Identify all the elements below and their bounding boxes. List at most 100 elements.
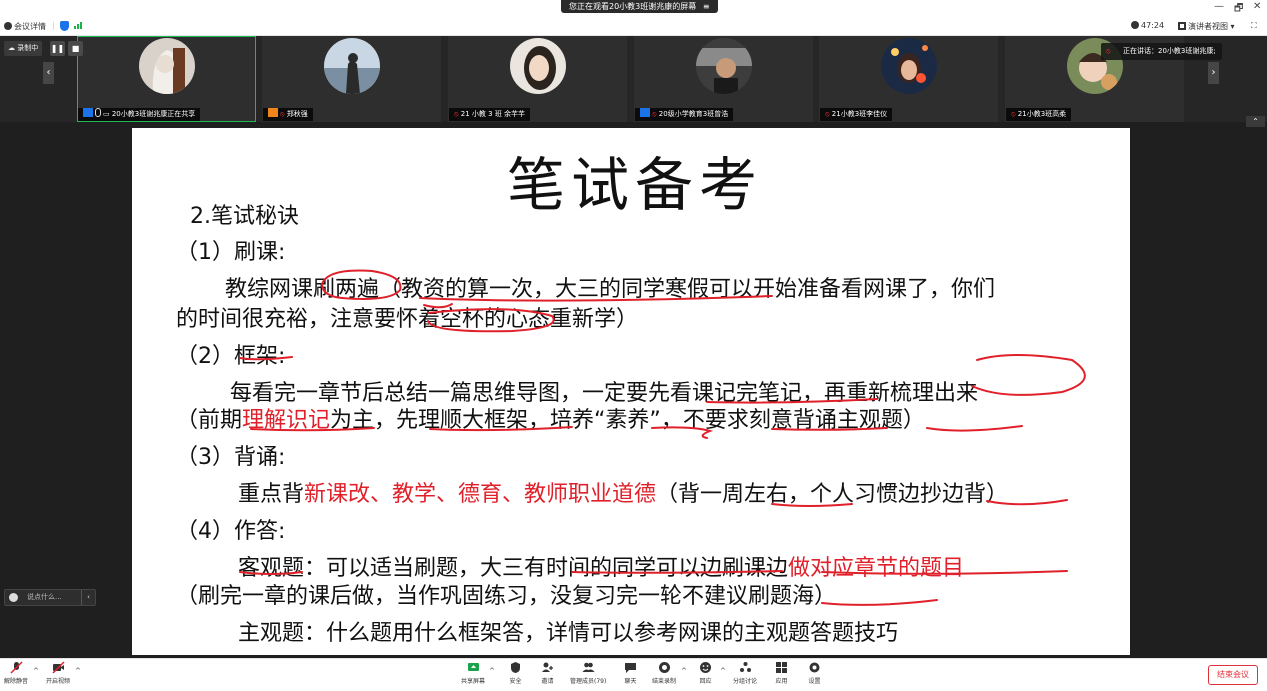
settings-label: 设置 [808, 678, 821, 685]
minimize-button[interactable]: — [1214, 1, 1224, 12]
participant-name: 20小教3班谢兆康正在共享 [111, 110, 196, 118]
chat-button[interactable]: 聊天 [624, 661, 637, 685]
record-icon [658, 662, 670, 673]
participant-nameplate: ⦸ 21 小教 3 班 余芊芊 [449, 108, 531, 121]
share-screen-button[interactable]: 共享屏幕 [461, 661, 485, 685]
collapse-chat-button[interactable]: ‹ [81, 590, 95, 605]
mic-muted-icon [9, 661, 23, 674]
annotation-underline [821, 599, 938, 606]
manage-members-button[interactable]: 管理成员(79) [570, 661, 606, 685]
participant-name: 21小教3班高柔 [1017, 110, 1067, 118]
chat-placeholder: 说点什么... [27, 593, 62, 601]
host-badge-icon [83, 108, 93, 117]
stop-recording-button[interactable]: ■ [68, 41, 83, 56]
apps-button[interactable]: 应用 [775, 661, 788, 685]
reactions-button[interactable]: 回应 [699, 661, 712, 685]
text-segment: （前期 [176, 408, 243, 433]
avatar [696, 38, 752, 94]
strip-next-button[interactable]: › [1208, 62, 1219, 84]
end-recording-button[interactable]: 结束录制 [652, 661, 676, 685]
gear-icon [809, 662, 820, 673]
share-screen-label: 共享屏幕 [461, 678, 486, 685]
grid-icon [1178, 22, 1186, 30]
participant-name: 郑秋强 [286, 110, 308, 118]
unmute-label: 解除静音 [4, 678, 29, 685]
section-3-line-1: 重点背新课改、教学、德育、教师职业道德（背一周左右，个人习惯边抄边背） [238, 476, 1008, 508]
security-label: 安全 [509, 678, 522, 685]
recording-indicator[interactable]: ☁ 录制中 [4, 41, 43, 56]
reactions-label: 回应 [699, 678, 712, 685]
fullscreen-button[interactable]: ⛶ [1251, 21, 1257, 31]
section-2-heading: （2）框架: [176, 344, 286, 369]
participant-tile[interactable]: ⦸ 20级小学教育3班曾浩 [634, 36, 813, 122]
participant-name: 21 小教 3 班 余芊芊 [460, 110, 526, 118]
timer-text: 47:24 [1141, 21, 1165, 30]
members-icon [582, 662, 595, 672]
chat-input-bubble[interactable]: 说点什么... ‹ [4, 589, 96, 606]
settings-button[interactable]: 设置 [808, 661, 821, 685]
text-segment: （背一周左右，个人习惯边抄边背） [656, 482, 1009, 507]
apps-label: 应用 [775, 678, 788, 685]
collapse-strip-button[interactable]: ⌃ [1246, 116, 1265, 127]
now-speaking-indicator: ⦸ 正在讲话：20小教3班谢兆康; [1101, 43, 1222, 60]
apps-grid-icon [776, 662, 787, 673]
participant-nameplate: ⦸ 21小教3班高柔 [1006, 108, 1072, 121]
start-video-button[interactable]: 开启视频 [46, 661, 70, 685]
end-meeting-button[interactable]: 结束会议 [1208, 665, 1258, 685]
participant-tile[interactable]: ▭ 20小教3班谢兆康正在共享 [77, 36, 256, 122]
highlight-text: 理解识记 [242, 408, 331, 433]
section-4-heading: （4）作答: [176, 519, 286, 544]
avatar [139, 38, 195, 94]
chevron-up-icon[interactable]: ^ [75, 667, 81, 675]
participant-name: 21小教3班李佳仪 [831, 110, 888, 118]
chevron-down-icon: ▾ [1230, 22, 1235, 31]
strip-prev-button[interactable]: ‹ [43, 62, 54, 84]
participant-nameplate: ⦸ 21小教3班李佳仪 [820, 108, 893, 121]
annotation-circle [971, 354, 1086, 396]
meeting-info-bar: 会议详情 | 47:24 演讲者视图 ▾ ⛶ [0, 16, 1267, 36]
section-1-line-1: 教综网课刷两遍（教资的算一次，大三的同学寒假可以开始准备看网课了，你们 [225, 277, 996, 302]
share-screen-icon [467, 663, 479, 671]
screen-share-icon: ▭ [103, 110, 112, 118]
section-1-line-2: 的时间很充裕，注意要怀着空杯的心态重新学） [176, 307, 639, 332]
mic-icon [95, 108, 101, 117]
breakout-button[interactable]: 分组讨论 [733, 661, 757, 685]
info-icon [4, 22, 12, 30]
pause-recording-button[interactable]: ❚❚ [50, 41, 65, 56]
invite-button[interactable]: 邀请 [541, 661, 554, 685]
invite-user-icon [542, 662, 553, 672]
mic-muted-icon: ⦸ [652, 110, 659, 118]
participant-tile[interactable]: ⦸ 郑秋强 [262, 36, 441, 122]
chevron-up-icon[interactable]: ^ [489, 667, 495, 675]
chevron-up-icon[interactable]: ^ [33, 667, 39, 675]
view-mode-dropdown[interactable]: 演讲者视图 ▾ [1178, 21, 1235, 32]
participant-tile[interactable]: ⦸ 21小教3班李佳仪 [819, 36, 998, 122]
chevron-up-icon[interactable]: ^ [720, 667, 726, 675]
menu-icon[interactable]: ≡ [703, 2, 710, 11]
invite-label: 邀请 [541, 678, 554, 685]
screen-share-notice[interactable]: 您正在观看20小教3班谢兆康的屏幕 ≡ [561, 0, 718, 13]
section-3-heading: （3）背诵: [176, 445, 286, 470]
avatar [324, 38, 380, 94]
chevron-up-icon[interactable]: ^ [681, 667, 687, 675]
start-video-label: 开启视频 [46, 678, 71, 685]
network-signal-icon[interactable] [74, 21, 83, 31]
end-recording-label: 结束录制 [652, 678, 677, 685]
unmute-button[interactable]: 解除静音 [4, 661, 28, 685]
participant-tile[interactable]: ⦸ 21 小教 3 班 余芊芊 [448, 36, 627, 122]
divider: | [52, 21, 55, 30]
security-shield-icon[interactable] [60, 21, 69, 31]
meeting-toolbar: 解除静音 ^ 开启视频 ^ 共享屏幕 ^ 安全 邀请 管理成员(79) 聊天 结… [0, 658, 1267, 691]
meeting-timer: 47:24 [1131, 21, 1164, 30]
chat-bubble-icon [9, 593, 18, 602]
section-2-line-2: （前期理解识记为主，先理顺大框架，培养“素养”，不要求刻意背诵主观题） [176, 402, 925, 434]
reaction-icon [700, 662, 711, 673]
shared-screen-slide: 笔试备考 2.笔试秘诀 （1）刷课: 教综网课刷两遍（教资的算一次，大三的同学寒… [132, 128, 1130, 655]
security-button[interactable]: 安全 [509, 661, 522, 685]
avatar [510, 38, 566, 94]
text-segment: 重点背 [238, 482, 305, 507]
video-off-icon [51, 661, 65, 674]
close-button[interactable]: ✕ [1253, 1, 1261, 12]
section-4-line-2: （刷完一章的课后做，当作巩固练习，没复习完一轮不建议刷题海） [176, 584, 837, 609]
meeting-details-button[interactable]: 会议详情 [4, 21, 46, 32]
